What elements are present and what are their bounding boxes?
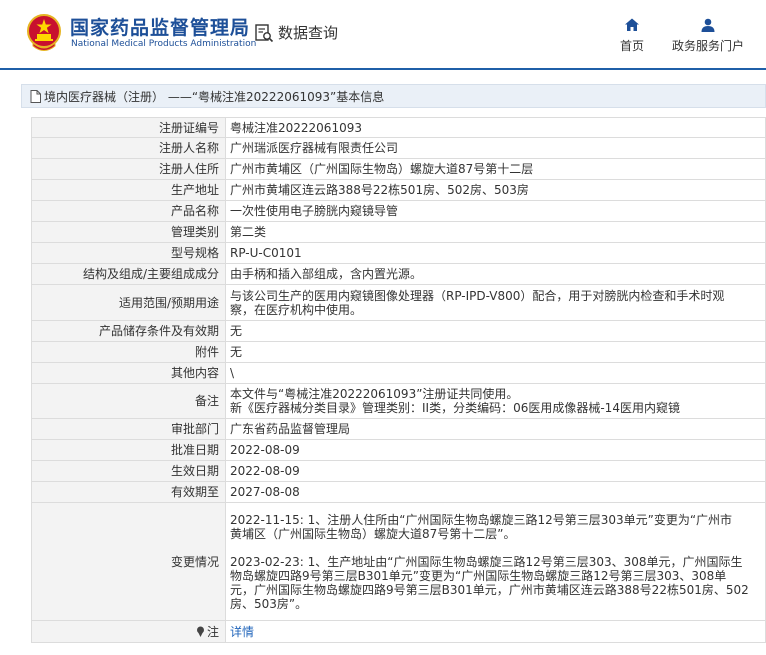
table-row: 有效期至 2027-08-08 [31,481,766,503]
nav-home[interactable]: 首页 [614,17,650,54]
data-query-link[interactable]: 数据查询 [254,22,338,43]
details-link[interactable]: 详情 [230,625,254,639]
field-label: 注册人住所 [31,158,226,180]
table-row: 注册人名称 广州瑞派医疗器械有限责任公司 [31,137,766,159]
table-row: 注 详情 [31,620,766,643]
field-label: 生产地址 [31,179,226,201]
value-line: 2023-02-23: 1、生产地址由“广州国际生物岛螺旋三路12号第三层303… [230,554,743,569]
value-line: 房、503房”。 [230,596,308,611]
breadcrumb-text: 境内医疗器械（注册） ——“粤械注准20222061093”基本信息 [44,89,385,104]
field-label: 型号规格 [31,242,226,264]
field-value: 广州市黄埔区（广州国际生物岛）螺旋大道87号第十二层 [225,158,766,180]
field-label: 备注 [31,383,226,419]
data-query-label: 数据查询 [278,24,339,42]
home-icon [625,18,639,31]
search-document-icon [255,23,274,42]
nav-home-label: 首页 [619,39,644,53]
field-value: 第二类 [225,221,766,243]
table-row: 产品名称 一次性使用电子膀胱内窥镜导管 [31,200,766,222]
nav-gov-service-portal[interactable]: 政务服务门户 [666,17,750,54]
table-row: 注册人住所 广州市黄埔区（广州国际生物岛）螺旋大道87号第十二层 [31,158,766,180]
table-row: 注册证编号 粤械注准20222061093 [31,117,766,138]
field-label: 附件 [31,341,226,363]
table-row: 其他内容 \ [31,362,766,384]
table-row: 审批部门 广东省药品监督管理局 [31,418,766,440]
field-label: 产品储存条件及有效期 [31,320,226,342]
value-line: 元，广州国际生物岛螺旋四路9号第三层B301单元，广州市黄埔区连云路388号22… [230,582,749,597]
field-label: 生效日期 [31,460,226,482]
field-value: 由手柄和插入部组成，含内置光源。 [225,263,766,285]
nav-gov-label: 政务服务门户 [671,39,744,53]
table-row: 批准日期 2022-08-09 [31,439,766,461]
field-label: 注册证编号 [31,117,226,138]
table-row: 结构及组成/主要组成成分 由手柄和插入部组成，含内置光源。 [31,263,766,285]
site-logo-title[interactable]: 国家药品监督管理局 [70,13,250,40]
document-icon [30,89,41,103]
field-value: 无 [225,320,766,342]
table-row: 产品储存条件及有效期 无 [31,320,766,342]
table-row: 管理类别 第二类 [31,221,766,243]
site-header: 国家药品监督管理局 National Medical Products Admi… [0,0,766,70]
table-row: 备注 本文件与“粤械注准20222061093”注册证共同使用。 新《医疗器械分… [31,383,766,419]
field-value: 详情 [225,620,766,643]
field-value: 广州瑞派医疗器械有限责任公司 [225,137,766,159]
field-label: 管理类别 [31,221,226,243]
field-value: 无 [225,341,766,363]
field-value: 2027-08-08 [225,481,766,503]
field-label: 结构及组成/主要组成成分 [31,263,226,285]
field-label: 注册人名称 [31,137,226,159]
pin-icon [196,626,204,637]
value-line: 察，在医疗机构中使用。 [230,302,363,317]
table-row: 生产地址 广州市黄埔区连云路388号22栋501房、502房、503房 [31,179,766,201]
field-value: 2022-11-15: 1、注册人住所由“广州国际生物岛螺旋三路12号第三层30… [225,502,766,621]
table-row: 生效日期 2022-08-09 [31,460,766,482]
field-value: 粤械注准20222061093 [225,117,766,138]
field-value: 2022-08-09 [225,460,766,482]
table-row: 型号规格 RP-U-C0101 [31,242,766,264]
field-value: 2022-08-09 [225,439,766,461]
field-label: 审批部门 [31,418,226,440]
table-row: 附件 无 [31,341,766,363]
field-label: 批准日期 [31,439,226,461]
field-label: 变更情况 [31,502,226,621]
field-label: 适用范围/预期用途 [31,284,226,321]
value-line: 物岛螺旋四路9号第三层B301单元”变更为“广州国际生物岛螺旋三路12号第三层3… [230,568,727,583]
field-value: \ [225,362,766,384]
national-emblem-icon [27,14,61,51]
field-value: 广东省药品监督管理局 [225,418,766,440]
field-value: 广州市黄埔区连云路388号22栋501房、502房、503房 [225,179,766,201]
value-line: 黄埔区（广州国际生物岛）螺旋大道87号第十二层”。 [230,526,516,541]
user-icon [701,18,715,32]
field-label: 有效期至 [31,481,226,503]
field-label: 其他内容 [31,362,226,384]
registration-info-table: 注册证编号 粤械注准20222061093 注册人名称 广州瑞派医疗器械有限责任… [31,117,766,643]
field-value: 本文件与“粤械注准20222061093”注册证共同使用。 新《医疗器械分类目录… [225,383,766,419]
site-logo-subtitle[interactable]: National Medical Products Administration [71,39,256,49]
value-line: 新《医疗器械分类目录》管理类别：II类，分类编码：06医用成像器械-14医用内窥… [230,401,680,415]
field-value: RP-U-C0101 [225,242,766,264]
value-line: 与该公司生产的医用内窥镜图像处理器（RP-IPD-V800）配合，用于对膀胱内检… [230,288,725,303]
value-gap [230,541,757,555]
field-label: 注 [31,620,226,643]
note-label: 注 [206,624,219,639]
value-line: 2022-11-15: 1、注册人住所由“广州国际生物岛螺旋三路12号第三层30… [230,512,733,527]
table-row: 适用范围/预期用途 与该公司生产的医用内窥镜图像处理器（RP-IPD-V800）… [31,284,766,321]
table-row: 变更情况 2022-11-15: 1、注册人住所由“广州国际生物岛螺旋三路12号… [31,502,766,621]
field-label: 产品名称 [31,200,226,222]
value-line: 本文件与“粤械注准20222061093”注册证共同使用。 [230,387,519,401]
breadcrumb: 境内医疗器械（注册） ——“粤械注准20222061093”基本信息 [21,84,766,108]
field-value: 与该公司生产的医用内窥镜图像处理器（RP-IPD-V800）配合，用于对膀胱内检… [225,284,766,321]
field-value: 一次性使用电子膀胱内窥镜导管 [225,200,766,222]
